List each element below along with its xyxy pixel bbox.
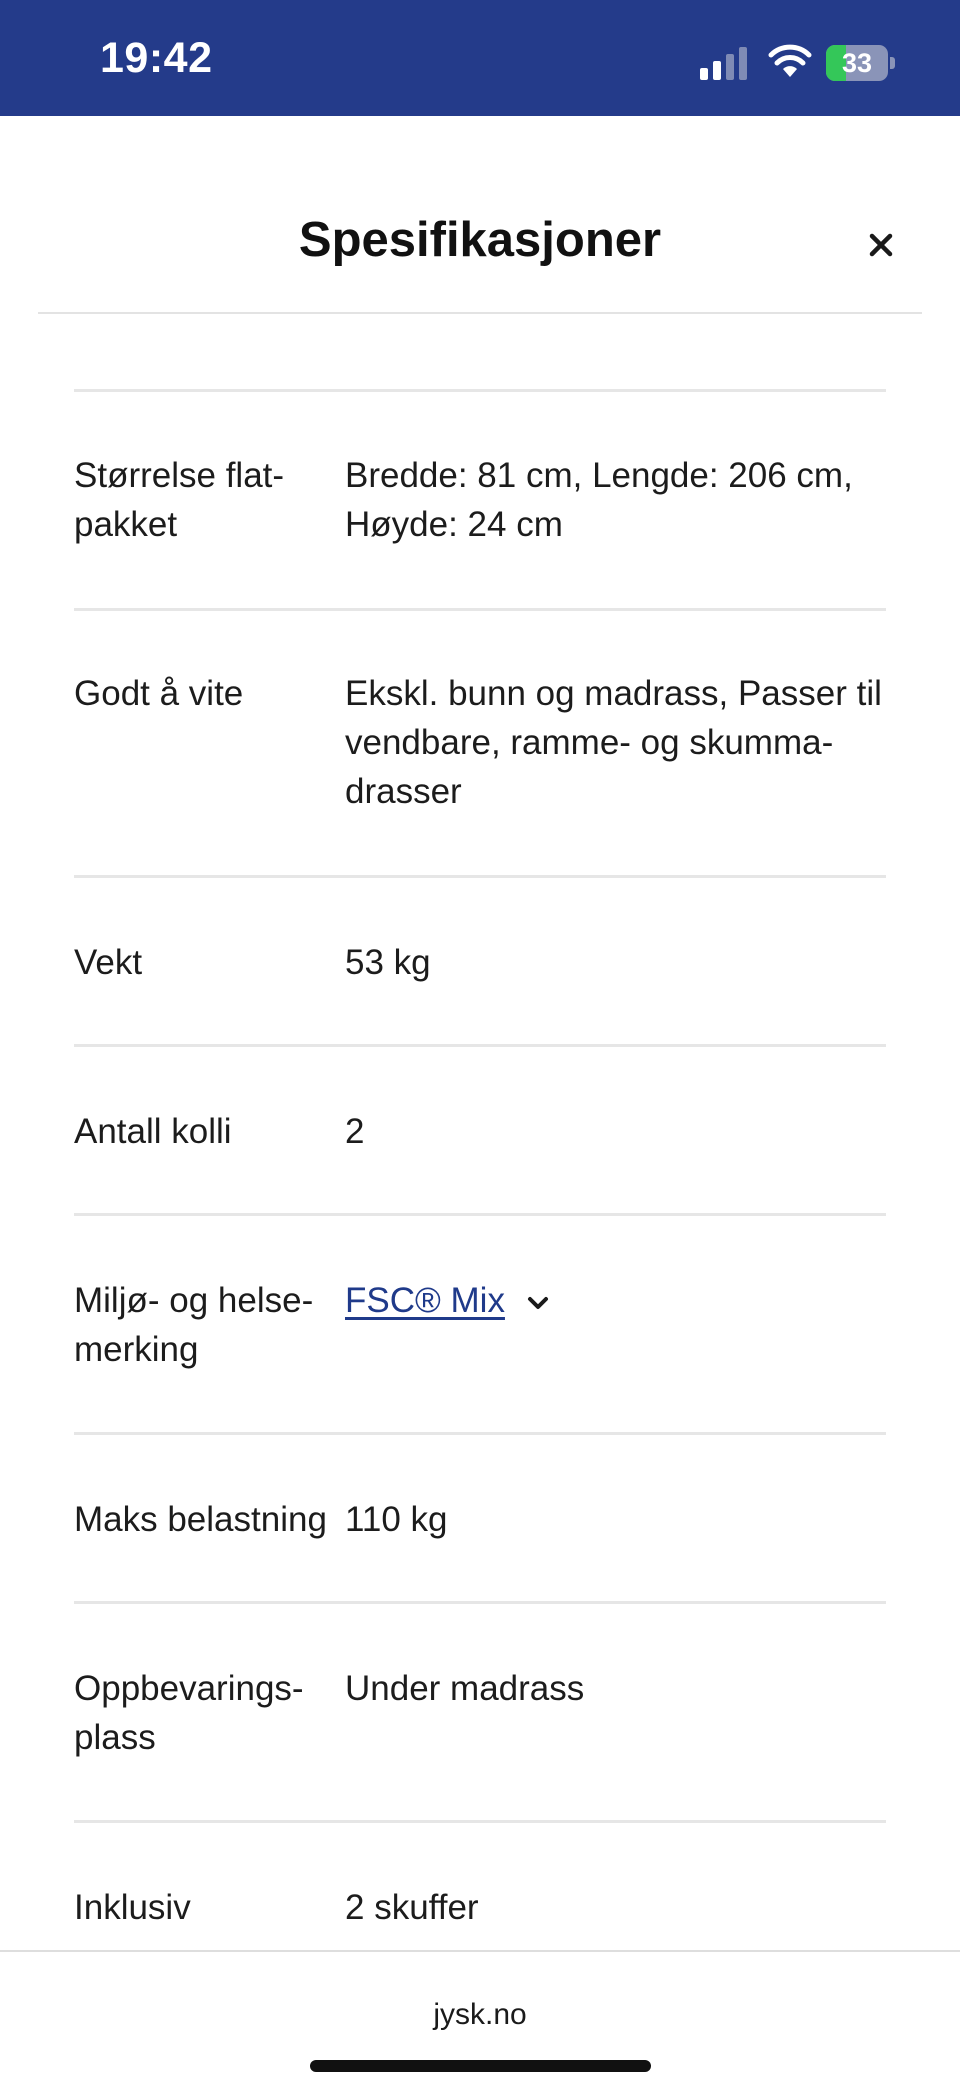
- status-bar: 19:42 33: [0, 0, 960, 116]
- spec-divider: [74, 1432, 886, 1435]
- spec-divider: [74, 389, 886, 392]
- home-indicator[interactable]: [310, 2060, 651, 2072]
- spec-label-maks-belastning: Maks belastning: [74, 1500, 327, 1539]
- spec-value-storrelse: Bredde: 81 cm, Lengde: 206 cm, Høyde: 24 …: [345, 456, 853, 544]
- spec-value-miljo-merking: FSC® Mix: [345, 1276, 890, 1325]
- close-icon[interactable]: [858, 222, 904, 268]
- wifi-icon: [768, 44, 812, 77]
- spec-divider: [74, 1213, 886, 1216]
- spec-label-storrelse: Størrelse flat-pakket: [74, 456, 285, 544]
- spec-label-godt-a-vite: Godt å vite: [74, 674, 244, 713]
- header-divider: [38, 312, 922, 314]
- fsc-mix-link[interactable]: FSC® Mix: [345, 1281, 505, 1320]
- spec-divider: [74, 1044, 886, 1047]
- spec-divider: [74, 1601, 886, 1604]
- spec-value-oppbevaringsplass: Under madrass: [345, 1669, 585, 1708]
- spec-label-vekt: Vekt: [74, 943, 143, 982]
- chevron-down-icon[interactable]: [523, 1288, 553, 1318]
- battery-percent: 33: [841, 48, 873, 78]
- spec-value-antall-kolli: 2: [345, 1112, 365, 1151]
- spec-value-maks-belastning: 110 kg: [345, 1500, 448, 1539]
- spec-divider: [74, 1820, 886, 1823]
- cellular-signal-icon: [700, 47, 747, 80]
- spec-label-inklusiv: Inklusiv: [74, 1888, 191, 1927]
- spec-value-godt-a-vite: Ekskl. bunn og madrass, Passer til vendba…: [345, 674, 882, 811]
- domain-label[interactable]: jysk.no: [0, 1998, 960, 2032]
- status-time: 19:42: [100, 34, 213, 82]
- spec-value-vekt: 53 kg: [345, 943, 431, 982]
- sheet-title: Spesifikasjoner: [298, 213, 662, 267]
- spec-label-antall-kolli: Antall kolli: [74, 1112, 232, 1151]
- spec-label-oppbevaringsplass: Oppbevarings-plass: [74, 1669, 304, 1757]
- spec-value-inklusiv: 2 skuffer: [345, 1888, 479, 1927]
- browser-bottom-bar: jysk.no: [0, 1950, 960, 2080]
- spec-divider: [74, 608, 886, 611]
- sheet-header: Spesifikasjoner: [0, 116, 960, 314]
- spec-divider: [74, 875, 886, 878]
- spec-label-miljo-merking: Miljø- og helse-merking: [74, 1281, 314, 1369]
- battery-icon: 33: [826, 45, 896, 81]
